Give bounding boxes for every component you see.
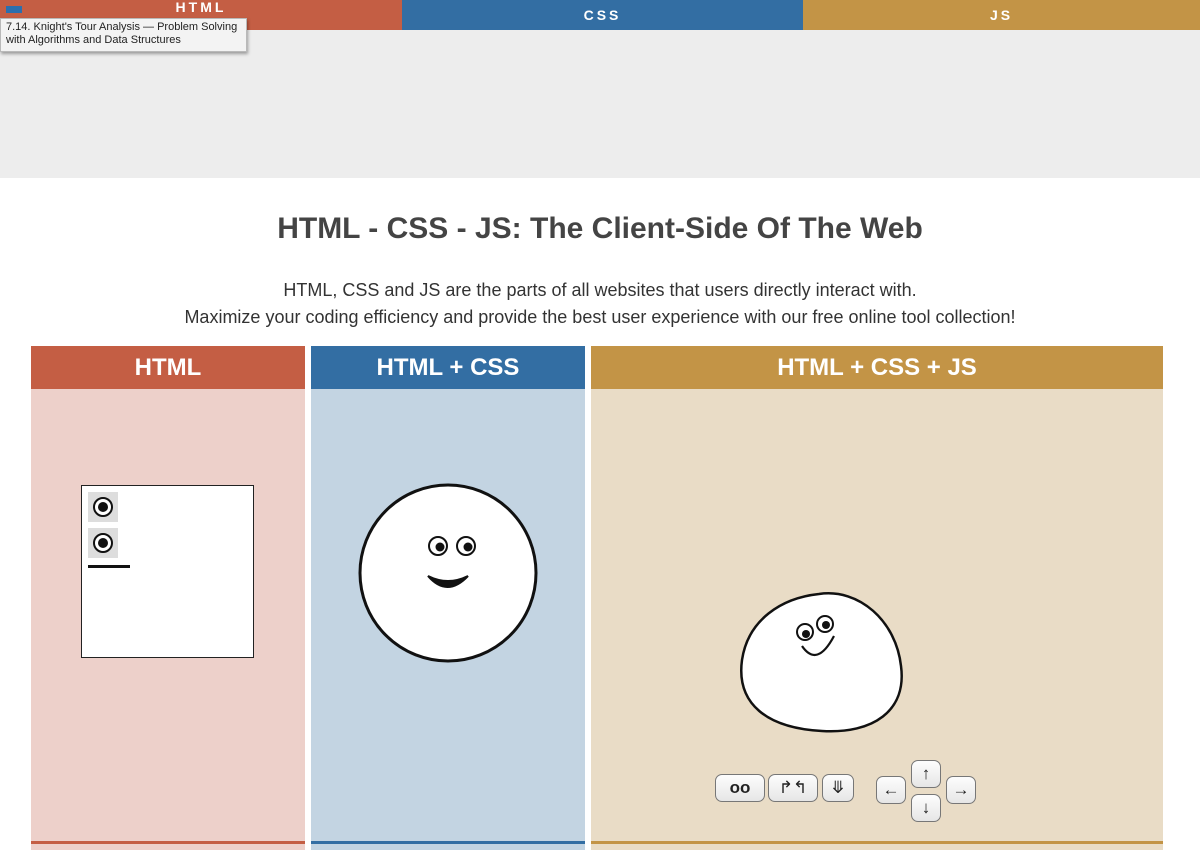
panel-js-header: HTML + CSS + JS [591,346,1163,389]
intro-line-1: HTML, CSS and JS are the parts of all we… [283,280,917,300]
tab-js-label: JS [989,7,1014,23]
tooltip-line-1: 7.14. Knight's Tour Analysis — Problem S… [6,21,238,33]
intro-line-2: Maximize your coding efficiency and prov… [184,307,1016,327]
tooltip-line-2: with Algorithms and Data Structures [6,34,181,46]
browser-tooltip: 7.14. Knight's Tour Analysis — Problem S… [0,18,247,52]
panel-html-title: HTML [134,353,202,381]
tab-js[interactable]: JS [803,0,1200,30]
panel-html-bottom-bar [31,841,305,844]
squash-button[interactable]: ⤋ [822,774,854,802]
panel-html-header: HTML [31,346,305,389]
move-left-button[interactable]: ← [876,776,906,804]
move-down-button[interactable]: ↓ [911,794,941,822]
arrow-left-icon: ← [882,780,900,799]
tab-css[interactable]: CSS [402,0,803,30]
double-down-arrow-icon: ⤋ [830,778,846,797]
rotate-button[interactable]: ↱↰ [768,774,818,802]
move-right-button[interactable]: → [946,776,976,804]
radio-eye-right[interactable] [88,528,118,558]
panel-js: HTML + CSS + JS oo ↱↰ ⤋ ← ↑ ↓ → [591,346,1163,850]
arrow-down-icon: ↓ [921,798,931,817]
css-face-illustration [358,483,538,663]
eyes-button[interactable]: oo [715,774,765,802]
panel-css-header: HTML + CSS [311,346,585,389]
eyes-button-label: oo [729,778,751,797]
html-demo-box [81,485,254,658]
tab-html-label: HTML [175,0,227,15]
radio-eye-left[interactable] [88,492,118,522]
header-band [0,30,1200,178]
panel-js-bottom-bar [591,841,1163,844]
mouth-line [88,565,130,568]
tab-css-label: CSS [583,7,622,23]
panel-css: HTML + CSS [311,346,585,850]
move-up-button[interactable]: ↑ [911,760,941,788]
arrow-right-icon: → [952,780,970,799]
intro-text: HTML, CSS and JS are the parts of all we… [0,277,1200,331]
rotate-icon: ↱↰ [778,778,808,797]
panel-css-title: HTML + CSS [376,353,520,381]
page-title: HTML - CSS - JS: The Client-Side Of The … [277,212,923,245]
panel-html: HTML [31,346,305,850]
arrow-up-icon: ↑ [921,764,931,783]
panel-css-bottom-bar [311,841,585,844]
panel-js-title: HTML + CSS + JS [777,353,977,381]
